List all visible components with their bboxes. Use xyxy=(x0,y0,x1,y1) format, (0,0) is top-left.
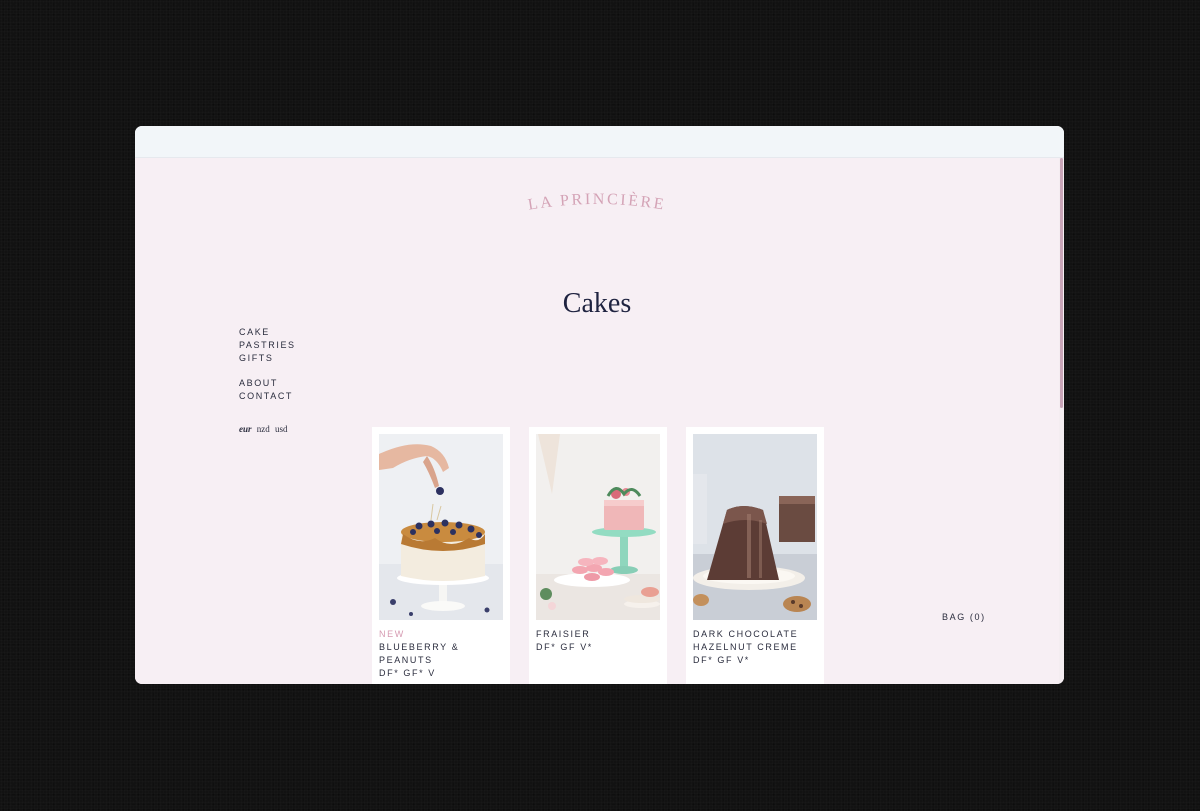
nav-link-gifts[interactable]: GIFTS xyxy=(239,352,359,365)
product-name-line: PEANUTS xyxy=(379,655,433,665)
product-info: FRAISIER DF* GF V* xyxy=(536,628,660,654)
product-info: DARK CHOCOLATE HAZELNUT CREME DF* GF V* xyxy=(693,628,817,667)
product-card-blueberry-peanuts[interactable]: NEW BLUEBERRY & PEANUTS DF* GF* V xyxy=(372,427,510,684)
currency-option-nzd[interactable]: nzd xyxy=(257,424,270,434)
product-name-line: HAZELNUT CREME xyxy=(693,642,798,652)
blueberry-cake-photo[interactable] xyxy=(379,434,503,620)
nav-group-info: ABOUT CONTACT xyxy=(239,377,359,403)
product-card-fraisier[interactable]: FRAISIER DF* GF V* xyxy=(529,427,667,684)
currency-option-eur[interactable]: eur xyxy=(239,424,252,434)
page-viewport: LA PRINCIÈRE Cakes CAKE PASTRIES GIFTS A… xyxy=(135,158,1064,684)
side-navigation: CAKE PASTRIES GIFTS ABOUT CONTACT xyxy=(239,326,359,415)
nav-link-pastries[interactable]: PASTRIES xyxy=(239,339,359,352)
product-diet-tags: DF* GF V* xyxy=(693,655,750,665)
currency-option-usd[interactable]: usd xyxy=(275,424,288,434)
product-diet-tags: DF* GF* V xyxy=(379,668,436,678)
fraisier-cake-photo[interactable] xyxy=(536,434,660,620)
brand-logo-text: LA PRINCIÈRE xyxy=(527,190,665,214)
scrollbar-thumb[interactable] xyxy=(1060,158,1063,408)
browser-window: LA PRINCIÈRE Cakes CAKE PASTRIES GIFTS A… xyxy=(135,126,1064,684)
product-diet-tags: DF* GF V* xyxy=(536,642,593,652)
scrollbar[interactable] xyxy=(1059,158,1064,684)
new-badge: NEW xyxy=(379,629,405,639)
product-name-line: DARK CHOCOLATE xyxy=(693,629,799,639)
brand-logo[interactable]: LA PRINCIÈRE xyxy=(135,178,1059,214)
nav-link-about[interactable]: ABOUT xyxy=(239,377,359,390)
shopping-bag-link[interactable]: BAG (0) xyxy=(942,612,986,622)
page-title: Cakes xyxy=(562,288,632,319)
product-name-line: BLUEBERRY & xyxy=(379,642,460,652)
product-info: NEW BLUEBERRY & PEANUTS DF* GF* V xyxy=(379,628,503,680)
nav-link-cake[interactable]: CAKE xyxy=(239,326,359,339)
brand-logo-arc: LA PRINCIÈRE xyxy=(527,190,667,214)
nav-group-shop: CAKE PASTRIES GIFTS xyxy=(239,326,359,365)
product-name-line: FRAISIER xyxy=(536,629,591,639)
browser-toolbar xyxy=(135,126,1064,158)
svg-text:LA PRINCIÈRE: LA PRINCIÈRE xyxy=(527,190,667,214)
chocolate-cake-photo[interactable] xyxy=(693,434,817,620)
nav-link-contact[interactable]: CONTACT xyxy=(239,390,359,403)
currency-switcher: eur nzd usd xyxy=(239,424,291,434)
product-card-dark-chocolate[interactable]: DARK CHOCOLATE HAZELNUT CREME DF* GF V* xyxy=(686,427,824,684)
